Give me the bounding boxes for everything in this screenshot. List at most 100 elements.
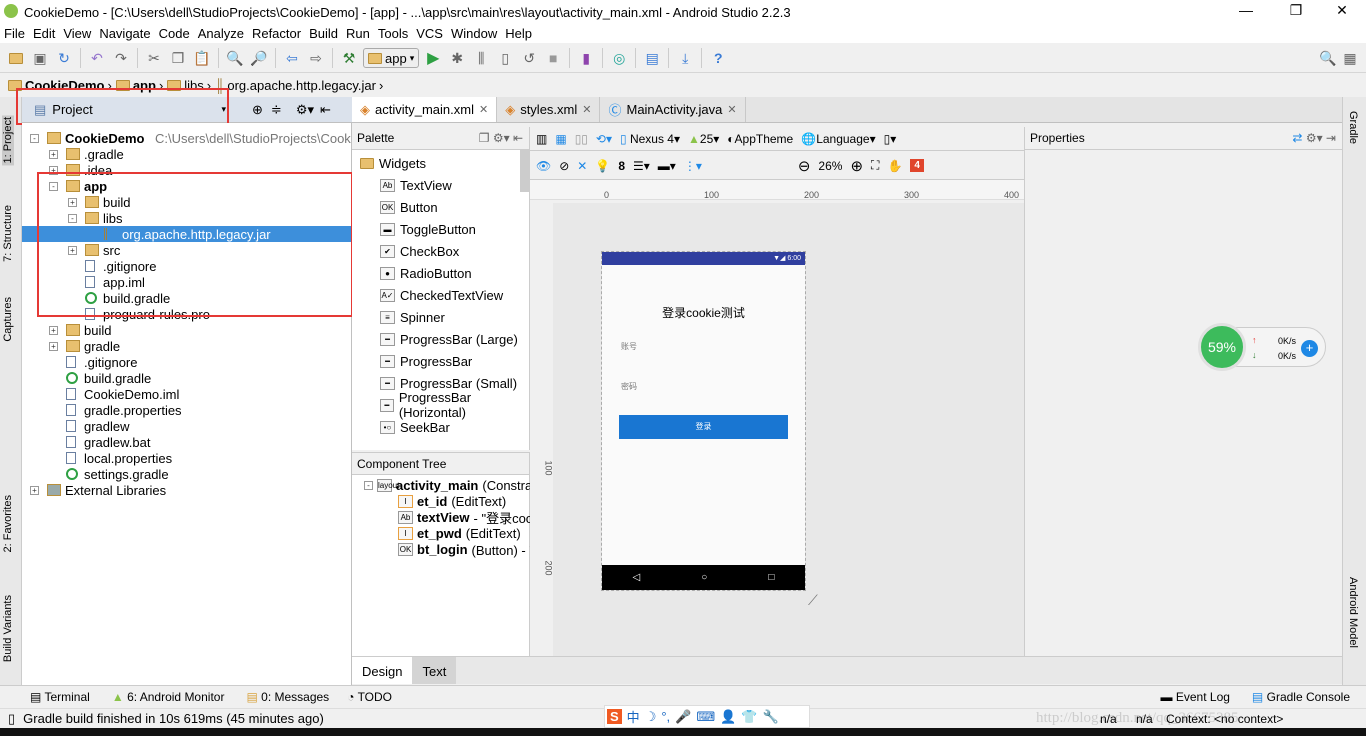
device-select[interactable]: ▯ Nexus 4▾	[620, 132, 680, 146]
palette-group-widgets[interactable]: Widgets	[360, 152, 426, 174]
expand-icon[interactable]: +	[49, 325, 58, 335]
forward-icon[interactable]: ⇨	[306, 48, 326, 68]
open-icon[interactable]	[6, 48, 26, 68]
mic-icon[interactable]: 🎤	[675, 709, 691, 725]
guidelines-icon[interactable]: ⋮▾	[684, 159, 702, 173]
project-structure-icon[interactable]: ▤	[642, 48, 662, 68]
gear-icon[interactable]: ⚙▾	[296, 102, 314, 118]
account-edittext[interactable]: 账号	[621, 341, 637, 352]
collapse-all-icon[interactable]: ≑	[271, 102, 282, 118]
pack-icon[interactable]: ☰▾	[633, 159, 650, 173]
close-button[interactable]: ✕	[1322, 2, 1362, 19]
hide-panel-icon[interactable]: ⇤	[320, 102, 331, 118]
chinese-mode-icon[interactable]: 中	[627, 707, 640, 726]
keyboard-icon[interactable]: ⌨	[696, 709, 715, 725]
run-config-select[interactable]: app ▾	[363, 48, 420, 68]
undo-icon[interactable]: ↶	[87, 48, 107, 68]
copy-icon[interactable]: ❐	[168, 48, 188, 68]
resize-handle-icon[interactable]: ⟋	[808, 592, 818, 609]
skin-icon[interactable]: 👕	[741, 709, 757, 725]
tab-text[interactable]: Text	[412, 657, 457, 684]
tree-item[interactable]: .gitignore	[22, 354, 351, 370]
attach-debugger-icon[interactable]: ⫼	[471, 48, 491, 68]
scroll-from-source-icon[interactable]: ⊕	[252, 102, 263, 118]
paste-icon[interactable]: 📋	[192, 48, 212, 68]
apply-changes-icon[interactable]: ▯	[495, 48, 515, 68]
replace-icon[interactable]: 🔎	[249, 48, 269, 68]
login-button[interactable]: 登录	[619, 415, 788, 439]
language-select[interactable]: 🌐Language▾	[801, 132, 875, 146]
tree-item[interactable]: gradlew	[22, 418, 351, 434]
title-textview[interactable]: 登录cookie测试	[602, 304, 805, 321]
plus-icon[interactable]: +	[1301, 340, 1318, 357]
tree-item[interactable]: local.properties	[22, 450, 351, 466]
breadcrumb-jar[interactable]: ║ org.apache.http.legacy.jar ›	[215, 78, 383, 93]
tool-tab-gradle[interactable]: Gradle	[1347, 111, 1359, 144]
debug-icon[interactable]: ✱	[447, 48, 467, 68]
palette-item[interactable]: A✓ CheckedTextView	[380, 284, 503, 306]
palette-item[interactable]: ▬ ToggleButton	[380, 218, 476, 240]
stop-icon[interactable]: ■	[543, 48, 563, 68]
align-icon[interactable]: ▬▾	[658, 159, 676, 173]
tree-item[interactable]: + build	[22, 322, 351, 338]
tool-todo[interactable]: ◔ TODO	[347, 690, 392, 704]
menu-refactor[interactable]: Refactor	[252, 26, 301, 41]
punctuation-icon[interactable]: °,	[661, 709, 670, 724]
wrench-icon[interactable]: 🔧	[762, 709, 778, 725]
device-frame-icon[interactable]: ▯▾	[884, 132, 897, 146]
zoom-fit-icon[interactable]: ⛶	[871, 158, 879, 173]
tab-design[interactable]: Design	[352, 657, 413, 684]
tool-tab-project[interactable]: 1: Project	[2, 115, 14, 166]
palette-item[interactable]: ✔ CheckBox	[380, 240, 459, 262]
back-icon[interactable]: ⇦	[282, 48, 302, 68]
close-tab-icon[interactable]: ✕	[727, 103, 736, 116]
menu-vcs[interactable]: VCS	[416, 26, 443, 41]
save-icon[interactable]: ▣	[30, 48, 50, 68]
tree-item[interactable]: + .gradle	[22, 146, 351, 162]
editor-tab[interactable]: Ⓒ MainActivity.java ✕	[600, 97, 746, 122]
tree-item[interactable]: + gradle	[22, 338, 351, 354]
palette-scrollbar[interactable]	[520, 150, 530, 192]
api-select[interactable]: ▲25▾	[688, 132, 719, 146]
menu-code[interactable]: Code	[159, 26, 190, 41]
theme-select[interactable]: ◐AppTheme	[727, 132, 793, 146]
maximize-button[interactable]: ❐	[1276, 2, 1316, 19]
palette-item[interactable]: ━ ProgressBar (Horizontal)	[380, 390, 529, 420]
tool-gradle-console[interactable]: ▤ Gradle Console	[1252, 690, 1350, 704]
tree-item[interactable]: build.gradle	[22, 370, 351, 386]
tree-item[interactable]: gradle.properties	[22, 402, 351, 418]
tool-tab-captures[interactable]: Captures	[2, 297, 14, 342]
search-everywhere-icon[interactable]: 🔍	[1318, 48, 1338, 68]
tool-android-monitor[interactable]: ▲ 6: Android Monitor	[112, 690, 225, 704]
sdk-manager-icon[interactable]: ⤓	[675, 48, 695, 68]
palette-item[interactable]: ≡ Spinner	[380, 306, 445, 328]
tool-tab-favorites[interactable]: 2: Favorites	[2, 495, 14, 552]
menu-view[interactable]: View	[63, 26, 91, 41]
menu-edit[interactable]: Edit	[33, 26, 55, 41]
user-icon[interactable]: 👤	[720, 709, 736, 725]
menu-tools[interactable]: Tools	[378, 26, 408, 41]
tree-item[interactable]: gradlew.bat	[22, 434, 351, 450]
both-views-icon[interactable]: ▯▯	[575, 132, 588, 146]
make-project-icon[interactable]: ⚒	[339, 48, 359, 68]
tool-tab-structure[interactable]: 7: Structure	[2, 205, 14, 262]
collapse-icon[interactable]: -	[30, 133, 39, 143]
collapse-icon[interactable]: -	[364, 480, 373, 490]
palette-item[interactable]: ━ ProgressBar (Large)	[380, 328, 518, 350]
orientation-icon[interactable]: ⟲▾	[596, 132, 612, 146]
tool-tab-build-variants[interactable]: Build Variants	[2, 595, 14, 662]
clear-constraints-icon[interactable]: ✕	[577, 159, 587, 173]
tool-event-log[interactable]: ▬ Event Log	[1161, 690, 1230, 704]
default-margin[interactable]: 8	[618, 159, 625, 173]
tree-item[interactable]: settings.gradle	[22, 466, 351, 482]
show-constraints-icon[interactable]: 👁	[536, 159, 551, 173]
design-view-icon[interactable]: ▥	[536, 132, 547, 146]
sync-icon[interactable]: ↻	[54, 48, 74, 68]
palette-item[interactable]: ● RadioButton	[380, 262, 472, 284]
zoom-out-icon[interactable]: ⊖	[798, 157, 811, 175]
menu-help[interactable]: Help	[505, 26, 532, 41]
avd-manager-icon[interactable]: ▮	[576, 48, 596, 68]
redo-icon[interactable]: ↷	[111, 48, 131, 68]
palette-item[interactable]: OK Button	[380, 196, 438, 218]
expand-icon[interactable]: +	[30, 485, 39, 495]
